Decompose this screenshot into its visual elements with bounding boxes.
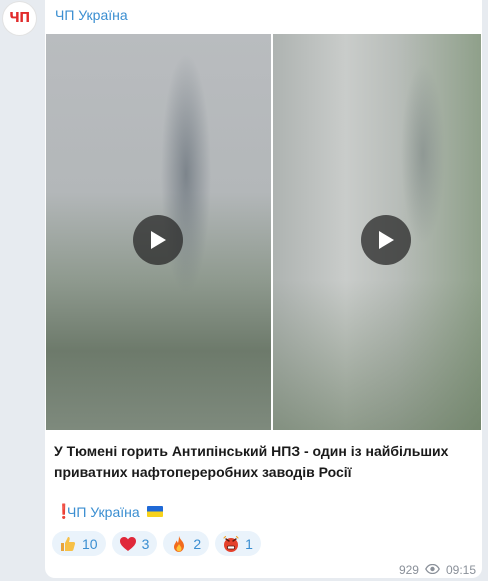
message-bubble: ЧП Україна У Тюмені горить Антипінський … — [45, 0, 482, 578]
reaction-angry-face[interactable]: 1 — [215, 531, 261, 556]
fire-icon — [170, 535, 188, 553]
reaction-count: 1 — [245, 535, 253, 552]
reaction-thumbs-up[interactable]: 10 — [52, 531, 106, 556]
reaction-count: 2 — [193, 535, 202, 552]
exclamation-icon: ❗ — [55, 503, 73, 519]
message-meta: 929 09:15 — [399, 563, 476, 577]
channel-link[interactable]: ЧП Україна — [67, 504, 140, 520]
video-thumbnail-1[interactable] — [46, 34, 271, 430]
heart-icon — [119, 535, 137, 553]
eye-icon — [425, 563, 440, 577]
play-button[interactable] — [133, 215, 183, 265]
post-caption: У Тюмені горить Антипінський НПЗ - один … — [54, 443, 449, 480]
thumbs-up-icon — [59, 535, 77, 553]
angry-face-icon — [222, 535, 240, 553]
avatar-text: ЧП — [9, 11, 30, 26]
post-signature: ❗ ЧП Україна — [55, 503, 163, 520]
reaction-heart[interactable]: 3 — [111, 531, 158, 556]
play-button[interactable] — [361, 215, 411, 265]
view-count: 929 — [398, 563, 419, 577]
play-icon — [379, 231, 394, 249]
channel-name[interactable]: ЧП Україна — [55, 7, 128, 23]
video-thumbnail-2[interactable] — [273, 34, 481, 430]
ukraine-flag-icon — [146, 506, 163, 517]
reaction-fire[interactable]: 2 — [163, 531, 210, 556]
channel-avatar[interactable]: ЧП — [3, 2, 36, 35]
reaction-count: 10 — [82, 535, 98, 552]
message-time: 09:15 — [445, 563, 476, 577]
reaction-count: 3 — [141, 535, 150, 552]
play-icon — [151, 231, 166, 249]
reactions-bar: 10 3 2 1 — [52, 531, 261, 556]
